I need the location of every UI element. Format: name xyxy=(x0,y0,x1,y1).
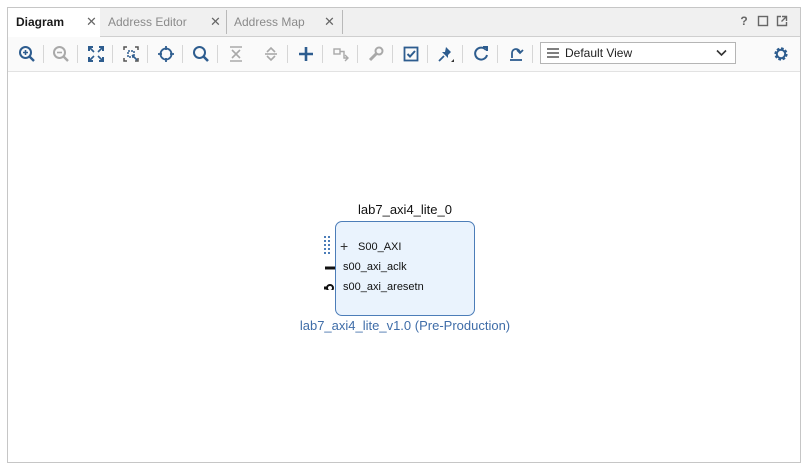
pin-icon[interactable] xyxy=(436,44,456,64)
ip-instance-name: lab7_axi4_lite_0 xyxy=(358,202,452,217)
toolbar-divider xyxy=(462,45,463,63)
zoom-in-icon[interactable] xyxy=(17,44,37,64)
ip-version-label: lab7_axi4_lite_v1.0 (Pre-Production) xyxy=(299,318,511,333)
diagram-window: Diagram ✕ Address Editor ✕ Address Map ✕… xyxy=(7,7,801,463)
validate-icon[interactable] xyxy=(401,44,421,64)
maximize-icon[interactable] xyxy=(756,14,770,28)
port-label[interactable]: S00_AXI xyxy=(358,241,401,253)
toolbar-divider xyxy=(287,45,288,63)
wrench-icon[interactable] xyxy=(366,44,386,64)
toolbar: Default View xyxy=(8,37,800,72)
diagram-canvas[interactable]: lab7_axi4_lite_0 + S00_AXI s00_axi_aclk … xyxy=(8,72,800,462)
tab-label: Diagram xyxy=(16,15,65,29)
close-icon[interactable]: ✕ xyxy=(86,8,97,36)
toolbar-divider xyxy=(77,45,78,63)
float-icon[interactable] xyxy=(775,14,789,28)
gear-icon[interactable] xyxy=(771,44,791,64)
toolbar-divider xyxy=(217,45,218,63)
close-icon[interactable]: ✕ xyxy=(324,8,335,36)
port-label[interactable]: s00_axi_aresetn xyxy=(343,281,424,293)
fit-view-icon[interactable] xyxy=(86,44,106,64)
tab-label: Address Map xyxy=(234,15,305,29)
regenerate-icon[interactable] xyxy=(471,44,491,64)
toolbar-divider xyxy=(182,45,183,63)
expand-all-icon[interactable] xyxy=(261,44,281,64)
tab-label: Address Editor xyxy=(108,15,187,29)
collapse-all-icon[interactable] xyxy=(226,44,246,64)
make-connection-icon[interactable] xyxy=(331,44,351,64)
close-icon[interactable]: ✕ xyxy=(210,8,221,36)
expand-interface-icon[interactable]: + xyxy=(340,239,348,253)
ip-block[interactable]: + S00_AXI s00_axi_aclk s00_axi_aresetn xyxy=(335,221,475,316)
view-select-value: Default View xyxy=(565,46,633,60)
toolbar-divider xyxy=(497,45,498,63)
help-icon[interactable]: ? xyxy=(737,14,751,28)
list-icon xyxy=(547,48,559,58)
ip-port-pins xyxy=(324,236,335,290)
toolbar-divider xyxy=(112,45,113,63)
view-select[interactable]: Default View xyxy=(540,42,736,64)
toolbar-divider xyxy=(43,45,44,63)
chevron-down-icon xyxy=(716,49,727,57)
toolbar-divider xyxy=(427,45,428,63)
toolbar-divider xyxy=(322,45,323,63)
port-label[interactable]: s00_axi_aclk xyxy=(343,261,407,273)
tab-diagram[interactable]: Diagram ✕ xyxy=(8,8,100,37)
add-ip-icon[interactable] xyxy=(296,44,316,64)
toolbar-divider xyxy=(392,45,393,63)
tab-address-map[interactable]: Address Map ✕ xyxy=(226,8,342,36)
tab-address-editor[interactable]: Address Editor ✕ xyxy=(100,8,226,36)
fit-selection-icon[interactable] xyxy=(121,44,141,64)
tab-divider xyxy=(342,10,343,34)
tab-bar: Diagram ✕ Address Editor ✕ Address Map ✕… xyxy=(8,8,800,37)
toolbar-divider xyxy=(147,45,148,63)
optimize-routing-icon[interactable] xyxy=(506,44,526,64)
toolbar-divider xyxy=(357,45,358,63)
toolbar-divider xyxy=(532,45,533,63)
center-icon[interactable] xyxy=(156,44,176,64)
zoom-out-icon[interactable] xyxy=(51,44,71,64)
search-icon[interactable] xyxy=(191,44,211,64)
